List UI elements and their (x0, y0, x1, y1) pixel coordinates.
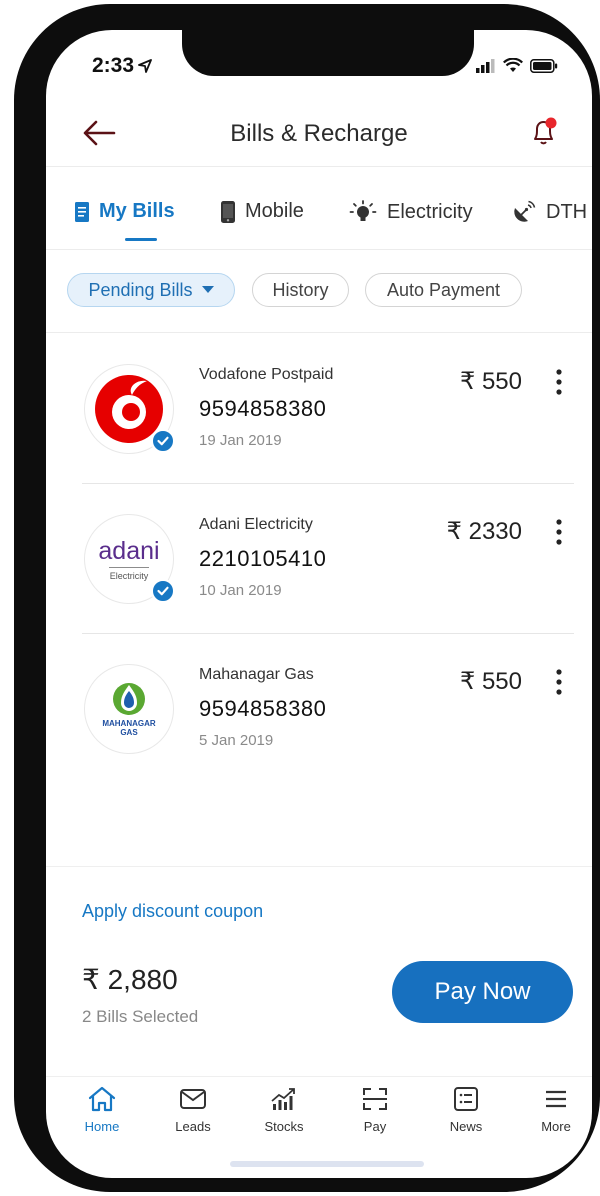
bill-provider: Mahanagar Gas (199, 666, 314, 683)
more-options-icon[interactable] (554, 668, 564, 696)
location-arrow-icon (138, 59, 152, 73)
nav-home[interactable]: Home (67, 1085, 137, 1134)
chip-label: Pending Bills (88, 279, 193, 300)
notch (182, 30, 474, 76)
payment-summary: Apply discount coupon ₹ 2,880 2 Bills Se… (46, 866, 592, 1077)
nav-stocks[interactable]: Stocks (249, 1085, 319, 1134)
bill-item[interactable]: adani Electricity Adani Electricity 2210… (46, 484, 592, 634)
bulb-icon (349, 200, 377, 221)
bill-number: 9594858380 (199, 696, 327, 721)
tab-electricity[interactable]: Electricity (349, 200, 473, 224)
mahanagar-gas-logo: MAHANAGAR GAS (84, 664, 174, 754)
phone-frame: 2:33 Bills & Recharge My Bills Mobile El… (14, 4, 600, 1192)
nav-leads[interactable]: Leads (158, 1085, 228, 1134)
adani-logo: adani Electricity (84, 514, 175, 604)
menu-icon (546, 1090, 566, 1108)
chip-label: Auto Payment (386, 279, 501, 300)
logo-text: MAHANAGAR GAS (85, 719, 173, 737)
satellite-icon (514, 200, 536, 222)
bill-date: 19 Jan 2019 (199, 432, 282, 449)
stocks-icon (271, 1088, 295, 1110)
scan-icon (363, 1088, 387, 1110)
caret-down-icon (201, 286, 214, 293)
mail-icon (180, 1089, 206, 1109)
logo-text-line1: MAHANAGAR (102, 719, 156, 728)
nav-pay[interactable]: Pay (340, 1085, 410, 1134)
pay-now-button[interactable]: Pay Now (392, 961, 573, 1023)
tab-dth[interactable]: DTH (512, 200, 587, 224)
active-tab-indicator (125, 238, 157, 241)
tab-label: DTH (546, 200, 588, 223)
more-options-icon[interactable] (554, 518, 564, 546)
tab-label: Mobile (245, 200, 304, 222)
nav-label: More (541, 1119, 571, 1134)
bill-date: 5 Jan 2019 (199, 732, 274, 749)
selected-check-icon[interactable] (151, 429, 175, 453)
logo-text: adani (98, 537, 160, 565)
wifi-icon (503, 58, 523, 72)
screen: 2:33 Bills & Recharge My Bills Mobile El… (46, 30, 592, 1178)
notification-bell-icon[interactable] (526, 114, 562, 150)
bills-selected-count: 2 Bills Selected (82, 1007, 199, 1026)
nav-more[interactable]: More (521, 1085, 591, 1134)
nav-news[interactable]: News (431, 1085, 501, 1134)
tab-label: My Bills (99, 200, 175, 222)
filter-chips: Pending Bills History Auto Payment (46, 250, 592, 333)
bill-item[interactable]: Vodafone Postpaid 9594858380 19 Jan 2019… (46, 334, 592, 484)
chip-label: History (272, 279, 329, 300)
tab-mobile[interactable]: Mobile (221, 200, 304, 223)
bill-amount: ₹ 550 (460, 368, 522, 395)
app-header: Bills & Recharge (46, 100, 592, 167)
category-tabs: My Bills Mobile Electricity DTH (46, 167, 592, 250)
nav-label: News (449, 1119, 483, 1134)
news-icon (454, 1087, 478, 1111)
logo-text-line2: GAS (120, 728, 138, 737)
chip-auto-payment[interactable]: Auto Payment (365, 273, 522, 307)
bill-number: 2210105410 (199, 546, 327, 571)
bill-provider: Vodafone Postpaid (199, 366, 334, 383)
bill-number: 9594858380 (199, 396, 327, 421)
bill-amount: ₹ 550 (460, 668, 522, 695)
vodafone-logo (84, 364, 175, 454)
bill-date: 10 Jan 2019 (199, 582, 282, 599)
home-icon (88, 1086, 116, 1112)
nav-label: Home (84, 1119, 120, 1134)
notification-dot (545, 117, 557, 129)
page-title: Bills & Recharge (230, 120, 408, 147)
nav-label: Pay (363, 1119, 387, 1134)
home-indicator[interactable] (230, 1161, 424, 1167)
status-icons (476, 58, 558, 73)
selected-check-icon[interactable] (151, 579, 175, 603)
bill-amount: ₹ 2330 (446, 518, 522, 545)
logo-rule (109, 567, 149, 568)
bill-icon (75, 201, 89, 222)
nav-label: Stocks (264, 1119, 304, 1134)
apply-coupon-link[interactable]: Apply discount coupon (82, 901, 263, 922)
nav-label: Leads (175, 1119, 211, 1134)
tab-label: Electricity (387, 200, 473, 223)
more-options-icon[interactable] (554, 368, 564, 396)
time-text: 2:33 (92, 54, 135, 77)
bill-provider: Adani Electricity (199, 516, 313, 533)
chip-history[interactable]: History (252, 273, 349, 307)
bill-item[interactable]: MAHANAGAR GAS Mahanagar Gas 9594858380 5… (46, 634, 592, 784)
status-time: 2:33 (92, 54, 152, 78)
total-amount: ₹ 2,880 (82, 964, 178, 995)
gas-flame-icon (113, 683, 145, 715)
bottom-nav: Home Leads Stocks Pay News More (46, 1076, 592, 1149)
tab-my-bills[interactable]: My Bills (75, 200, 175, 223)
signal-icon (476, 58, 495, 73)
mobile-icon (221, 200, 235, 223)
chip-pending-bills[interactable]: Pending Bills (67, 273, 235, 307)
battery-icon (530, 58, 558, 73)
